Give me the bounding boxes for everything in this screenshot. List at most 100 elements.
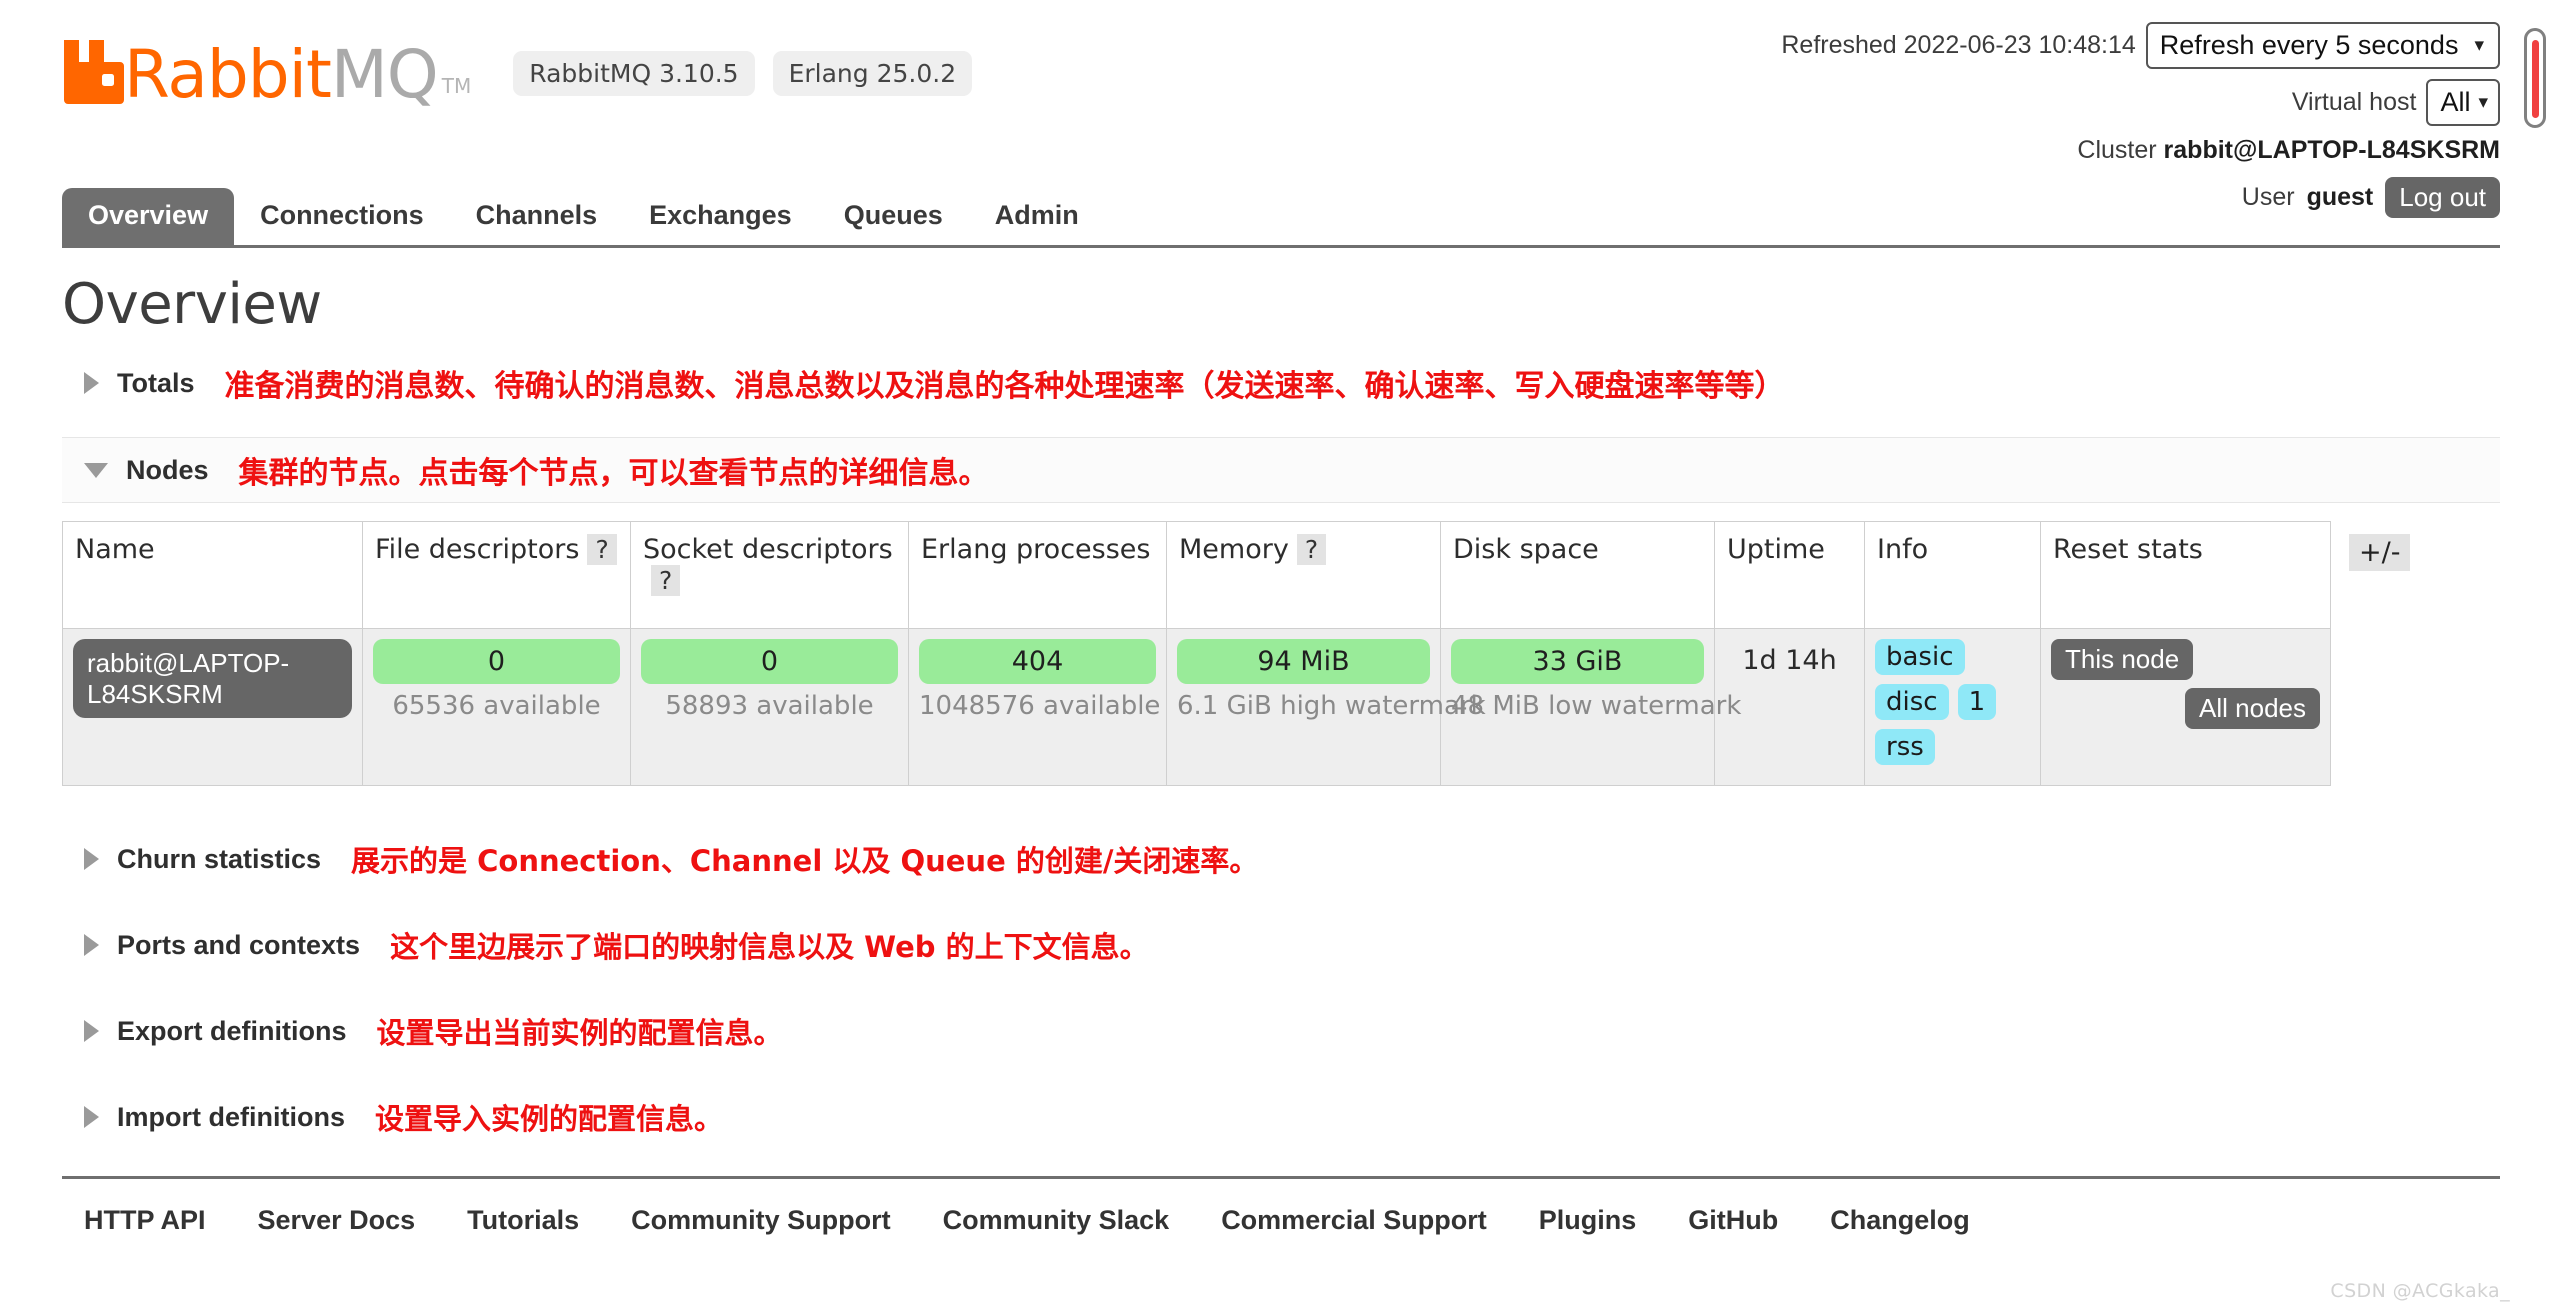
info-badge-disc[interactable]: disc [1875, 684, 1949, 720]
tab-connections[interactable]: Connections [234, 188, 450, 245]
page-scrollbar[interactable] [2520, 0, 2550, 1314]
help-icon[interactable]: ? [1296, 534, 1327, 565]
footer-link-plugins[interactable]: Plugins [1513, 1205, 1663, 1236]
page-title: Overview [62, 272, 322, 337]
column-header-info[interactable]: Info [1864, 521, 2041, 629]
column-header-erlang-processes[interactable]: Erlang processes [908, 521, 1167, 629]
virtual-host-select[interactable]: All ▾ [2426, 79, 2500, 127]
section-totals-label: Totals [117, 367, 195, 398]
cluster-label: Cluster [2077, 136, 2157, 165]
column-label-erlang-processes: Erlang processes [921, 534, 1151, 565]
footer-link-commercial-support[interactable]: Commercial Support [1195, 1205, 1513, 1236]
cell-file-descriptors: 0 65536 available [362, 628, 631, 786]
cell-disk-space: 33 GiB 48 MiB low watermark [1440, 628, 1742, 786]
tab-queues[interactable]: Queues [818, 188, 969, 245]
cell-socket-descriptors: 0 58893 available [630, 628, 909, 786]
table-row: rabbit@LAPTOP-L84SKSRM 0 65536 available… [62, 628, 2423, 786]
section-export-definitions[interactable]: Export definitions 设置导出当前实例的配置信息。 [62, 1004, 2500, 1058]
footer-link-community-slack[interactable]: Community Slack [917, 1205, 1196, 1236]
column-label-reset-stats: Reset stats [2053, 534, 2203, 565]
column-label-memory: Memory [1179, 534, 1289, 565]
info-badge-count[interactable]: 1 [1957, 684, 1997, 720]
info-badge-basic[interactable]: basic [1875, 639, 1965, 675]
version-badges: RabbitMQ 3.10.5 Erlang 25.0.2 [513, 51, 973, 96]
tab-channels[interactable]: Channels [450, 188, 624, 245]
cell-node-name: rabbit@LAPTOP-L84SKSRM [62, 628, 363, 786]
section-ports-and-contexts[interactable]: Ports and contexts 这个里边展示了端口的映射信息以及 Web … [62, 918, 2500, 972]
reset-all-nodes-button[interactable]: All nodes [2185, 688, 2320, 729]
section-import-definitions-label: Import definitions [117, 1101, 345, 1132]
annotation-import-definitions: 设置导入实例的配置信息。 [374, 1102, 723, 1136]
tab-admin[interactable]: Admin [969, 188, 1105, 245]
section-totals[interactable]: Totals 准备消费的消息数、待确认的消息数、消息总数以及消息的各种处理速率（… [62, 351, 2500, 415]
column-header-plusminus: +/- [2331, 522, 2423, 629]
file-descriptors-value: 0 [373, 639, 620, 684]
column-header-memory[interactable]: Memory? [1166, 521, 1441, 629]
section-import-definitions[interactable]: Import definitions 设置导入实例的配置信息。 [62, 1090, 2500, 1144]
column-label-name: Name [75, 534, 155, 565]
chevron-right-icon [84, 1106, 99, 1128]
nodes-table-wrapper: Name File descriptors? Socket descriptor… [62, 521, 2500, 786]
refresh-interval-select[interactable]: Refresh every 5 seconds ▾ [2145, 22, 2500, 70]
column-label-info: Info [1877, 534, 1929, 565]
nodes-table-header-row: Name File descriptors? Socket descriptor… [62, 521, 2423, 629]
disk-space-value: 33 GiB [1451, 639, 1704, 684]
nodes-table: Name File descriptors? Socket descriptor… [62, 521, 2423, 786]
annotation-ports-and-contexts: 这个里边展示了端口的映射信息以及 Web 的上下文信息。 [390, 930, 1149, 964]
section-export-definitions-label: Export definitions [117, 1015, 347, 1046]
erlang-processes-available: 1048576 available [919, 691, 1161, 721]
column-label-disk-space: Disk space [1453, 534, 1599, 565]
scrollbar-track[interactable] [2524, 28, 2546, 128]
column-label-file-descriptors: File descriptors [375, 534, 580, 565]
column-header-uptime[interactable]: Uptime [1714, 521, 1865, 629]
footer-link-http-api[interactable]: HTTP API [62, 1205, 232, 1236]
rabbitmq-logo[interactable]: RabbitMQ TM [62, 38, 471, 107]
tab-overview[interactable]: Overview [62, 188, 235, 245]
column-header-disk-space[interactable]: Disk space [1440, 521, 1715, 629]
column-label-uptime: Uptime [1727, 534, 1825, 565]
footer-link-community-support[interactable]: Community Support [605, 1205, 916, 1236]
logo-text-rabbit: Rabbit [124, 35, 332, 113]
refreshed-timestamp: Refreshed 2022-06-23 10:48:14 [1781, 31, 2136, 60]
help-icon[interactable]: ? [651, 565, 681, 596]
file-descriptors-available: 65536 available [392, 691, 601, 721]
column-header-name[interactable]: Name [62, 521, 363, 629]
section-churn-statistics[interactable]: Churn statistics 展示的是 Connection、Channel… [62, 832, 2500, 886]
column-header-socket-descriptors[interactable]: Socket descriptors? [630, 521, 909, 629]
page-header: RabbitMQ TM RabbitMQ 3.10.5 Erlang 25.0.… [0, 0, 2560, 262]
node-name-link[interactable]: rabbit@LAPTOP-L84SKSRM [73, 639, 352, 719]
chevron-down-icon [84, 462, 108, 478]
column-header-reset-stats[interactable]: Reset stats [2040, 521, 2331, 629]
rabbitmq-management-page: RabbitMQ TM RabbitMQ 3.10.5 Erlang 25.0.… [0, 0, 2560, 1314]
rabbitmq-version-badge: RabbitMQ 3.10.5 [513, 51, 755, 96]
help-icon[interactable]: ? [587, 534, 617, 565]
main-content: Overview Totals 准备消费的消息数、待确认的消息数、消息总数以及消… [62, 272, 2500, 1236]
column-label-socket-descriptors: Socket descriptors [643, 534, 893, 565]
erlang-processes-value: 404 [919, 639, 1156, 684]
cell-memory: 94 MiB 6.1 GiB high watermark [1166, 628, 1486, 786]
lower-sections: Churn statistics 展示的是 Connection、Channel… [62, 832, 2500, 1144]
cell-info: basic disc 1 rss [1864, 628, 2041, 786]
footer-link-github[interactable]: GitHub [1662, 1205, 1804, 1236]
info-badge-list: basic disc 1 rss [1875, 639, 2030, 765]
chevron-right-icon [84, 1020, 99, 1042]
footer-link-tutorials[interactable]: Tutorials [441, 1205, 605, 1236]
chevron-down-icon: ▾ [2478, 91, 2488, 113]
cluster-name: rabbit@LAPTOP-L84SKSRM [2163, 136, 2500, 165]
refresh-interval-value: Refresh every 5 seconds [2159, 30, 2459, 60]
footer-link-server-docs[interactable]: Server Docs [232, 1205, 442, 1236]
footer-link-changelog[interactable]: Changelog [1804, 1205, 1996, 1236]
cell-erlang-processes: 404 1048576 available [908, 628, 1167, 786]
info-badge-rss[interactable]: rss [1875, 729, 1935, 765]
disk-space-low-watermark: 48 MiB low watermark [1451, 691, 1742, 721]
socket-descriptors-value: 0 [641, 639, 898, 684]
column-header-file-descriptors[interactable]: File descriptors? [362, 521, 631, 629]
logo-text-mq: MQ [330, 35, 439, 113]
tab-exchanges[interactable]: Exchanges [623, 188, 818, 245]
chevron-right-icon [84, 934, 99, 956]
header-controls: Refreshed 2022-06-23 10:48:14 Refresh ev… [1781, 22, 2500, 219]
reset-this-node-button[interactable]: This node [2051, 639, 2194, 680]
toggle-columns-button[interactable]: +/- [2349, 533, 2411, 571]
section-nodes[interactable]: Nodes 集群的节点。点击每个节点，可以查看节点的详细信息。 [62, 437, 2500, 503]
scrollbar-thumb[interactable] [2532, 40, 2539, 118]
